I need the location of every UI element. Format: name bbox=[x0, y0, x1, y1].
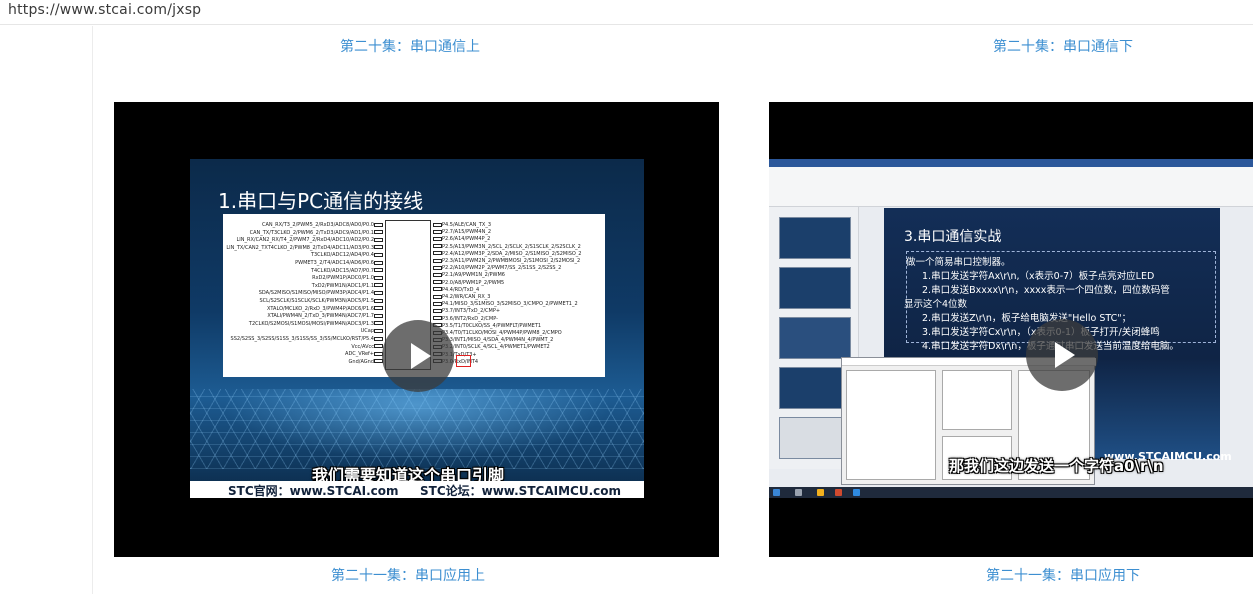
slide-text-line: 显示这个4位数 bbox=[904, 299, 968, 310]
pin-label: Vcc/AVcc bbox=[351, 344, 383, 350]
pin-label: LIN_TX/CAN2_TXT4CLKO_2/PWM8_2/TxD4/ADC11… bbox=[226, 245, 383, 251]
play-icon[interactable] bbox=[382, 320, 454, 392]
windows-taskbar bbox=[769, 487, 1253, 498]
pin-label: P3.5/T1/T0CLKO/SS_4/PWMFLT/PWMET1 bbox=[433, 323, 541, 329]
slide-thumbnail bbox=[779, 317, 851, 359]
footer-website: STC官网：www.STCAI.com bbox=[228, 484, 399, 498]
app-titlebar bbox=[769, 159, 1253, 167]
pin-label: P3.7/INT3/TxD_2/CMP+ bbox=[433, 308, 500, 314]
pin-label: SS2/S2SS_3/S2SS/S1SS_3/S1SS/SS_3/SS/MCLK… bbox=[231, 336, 383, 342]
app-icon bbox=[853, 489, 860, 496]
slide-thumbnail bbox=[779, 217, 851, 259]
pin-label: UCap bbox=[361, 328, 383, 334]
pin-label: P2.2/A10/PWM2P_2/PWM7/SS_2/S1SS_2/S2SS_2 bbox=[433, 265, 561, 271]
folder-icon bbox=[817, 489, 824, 496]
pin-label: LIN_RX/CAN2_RX/T4_2/PWM7_2/RxD4/ADC10/AD… bbox=[237, 237, 383, 243]
slide-text-line: 做一个简易串口控制器。 bbox=[906, 257, 1011, 268]
address-bar[interactable]: https://www.stcai.com/jxsp bbox=[0, 0, 1253, 25]
footer-forum: STC论坛：www.STCAIMCU.com bbox=[420, 484, 621, 498]
video-list-page: 第二十集：串口通信上 第二十集：串口通信下 1.串口与PC通信的接线 CAN_R… bbox=[0, 26, 1253, 594]
pin-label: P2.4/A12/PWM3P_2/SDA_2/MISO_2/S1MISO_2/S… bbox=[433, 251, 582, 257]
pin-label: CAN_RX/T3_2/PWM5_2/RxD3/ADC8/AD0/P0.0 bbox=[262, 222, 383, 228]
pin-label: P2.6/A14/PWM4P_2 bbox=[433, 236, 490, 242]
episode-20-part1-link[interactable]: 第二十集：串口通信上 bbox=[340, 36, 480, 56]
app-icon bbox=[835, 489, 842, 496]
pin-label: P3.6/INT2/RxD_2/CMP- bbox=[433, 316, 498, 322]
episode-21-part2-link[interactable]: 第二十一集：串口应用下 bbox=[986, 565, 1140, 585]
receive-pane bbox=[942, 370, 1012, 430]
pin-label: XTALO/MCLKO_2/RxD_3/PWM4P/ADC6/P1.6 bbox=[267, 306, 383, 312]
pin-label: CAN_TX/T3CLKO_2/PWM6_2/TxD3/ADC9/AD1/P0.… bbox=[250, 230, 383, 236]
app-ribbon bbox=[769, 167, 1253, 207]
pin-label: P3.4/T0/T1CLKO/MOSI_4/PWM4P/PWM8_2/CMPO bbox=[433, 330, 562, 336]
slide-footer: STC官网：www.STCAI.com STC论坛：www.STCAIMCU.c… bbox=[190, 481, 644, 498]
pin-label: SDA/S2MISO/S1MISO/MISO/PWM3P/ADC4/P1.4 bbox=[259, 290, 383, 296]
pin-label: P4.1/MISO_3/S1MISO_3/S2MISO_3/CMPO_2/PWM… bbox=[433, 301, 578, 307]
slide-title: 1.串口与PC通信的接线 bbox=[218, 189, 424, 213]
pin-label: XTALI/PWM4N_2/TxD_3/PWM4N/ADC7/P1.7 bbox=[267, 313, 383, 319]
slide-thumbnail bbox=[779, 267, 851, 309]
video-subtitle: 那我们这边发送一个字符a0\r\n bbox=[949, 457, 1164, 475]
pin-label: P4.4/RD/TxD_4 bbox=[433, 287, 479, 293]
pin-label: PWMET3_2/T4/ADC14/AD6/P0.6 bbox=[295, 260, 383, 266]
slide-text-line: 2.串口发送Z\r\n，板子给电脑发送"Hello STC"； bbox=[922, 313, 1132, 324]
content-left-border bbox=[92, 26, 93, 594]
slide-text-line: 2.串口发送Bxxxx\r\n，xxxx表示一个四位数，四位数码管 bbox=[922, 285, 1170, 296]
pin-label: T4CLKO/ADC15/AD7/P0.7 bbox=[311, 268, 383, 274]
pin-label: P2.1/A9/PWM1N_2/PWM6 bbox=[433, 272, 505, 278]
pin-label: TxD2/PWM1N/ADC1/P1.1 bbox=[312, 283, 383, 289]
play-icon[interactable] bbox=[1026, 319, 1098, 391]
video-player-episode-21-part1[interactable]: 1.串口与PC通信的接线 CAN_RX/T3_2/PWM5_2/RxD3/ADC… bbox=[114, 102, 719, 557]
slide-text-line: 1.串口发送字符Ax\r\n,（x表示0-7）板子点亮对应LED bbox=[922, 271, 1155, 282]
pin-label: T2CLKO/S2MOSI/S1MOSI/MOSI/PWM4N/ADC3/P1.… bbox=[249, 321, 383, 327]
pin-label: Gnd/AGnd bbox=[349, 359, 383, 365]
slide-title: 3.串口通信实战 bbox=[904, 229, 1002, 245]
pin-label: RxD2/PWM1P/ADC0/P1.0 bbox=[312, 275, 383, 281]
pin-label: P2.0/A8/PWM1P_2/PWM5 bbox=[433, 280, 504, 286]
pin-label: P2.3/A11/PWM2N_2/PWMBMOSI_2/S1MOSI_2/S2M… bbox=[433, 258, 580, 264]
highlight-box bbox=[456, 355, 471, 367]
settings-pane bbox=[846, 370, 936, 480]
video-frame: 3.串口通信实战 做一个简易串口控制器。 1.串口发送字符Ax\r\n,（x表示0… bbox=[769, 159, 1253, 498]
search-icon bbox=[795, 489, 802, 496]
pin-label: T3CLKO/ADC12/AD4/P0.4 bbox=[311, 252, 383, 258]
url-text[interactable]: https://www.stcai.com/jxsp bbox=[8, 2, 201, 18]
video-player-episode-21-part2[interactable]: 3.串口通信实战 做一个简易串口控制器。 1.串口发送字符Ax\r\n,（x表示0… bbox=[769, 102, 1253, 557]
pin-label: P4.5/ALE/CAN_TX_3 bbox=[433, 222, 491, 228]
episode-21-part1-link[interactable]: 第二十一集：串口应用上 bbox=[331, 565, 485, 585]
pin-label: ADC_VRef+ bbox=[345, 351, 383, 357]
pin-label: P2.7/A15/PWM4N_2 bbox=[433, 229, 491, 235]
pin-label: P4.2/WR/CAN_RX_3 bbox=[433, 294, 491, 300]
pin-label: SCL/S2SCLK/S1SCLK/SCLK/PWM3N/ADC5/P1.5 bbox=[259, 298, 383, 304]
windows-start-icon bbox=[773, 489, 780, 496]
episode-20-part2-link[interactable]: 第二十集：串口通信下 bbox=[993, 36, 1133, 56]
pin-label: P2.5/A13/PWM3N_2/SCL_2/SCLK_2/S1SCLK_2/S… bbox=[433, 244, 581, 250]
hexagon-background bbox=[190, 389, 644, 469]
